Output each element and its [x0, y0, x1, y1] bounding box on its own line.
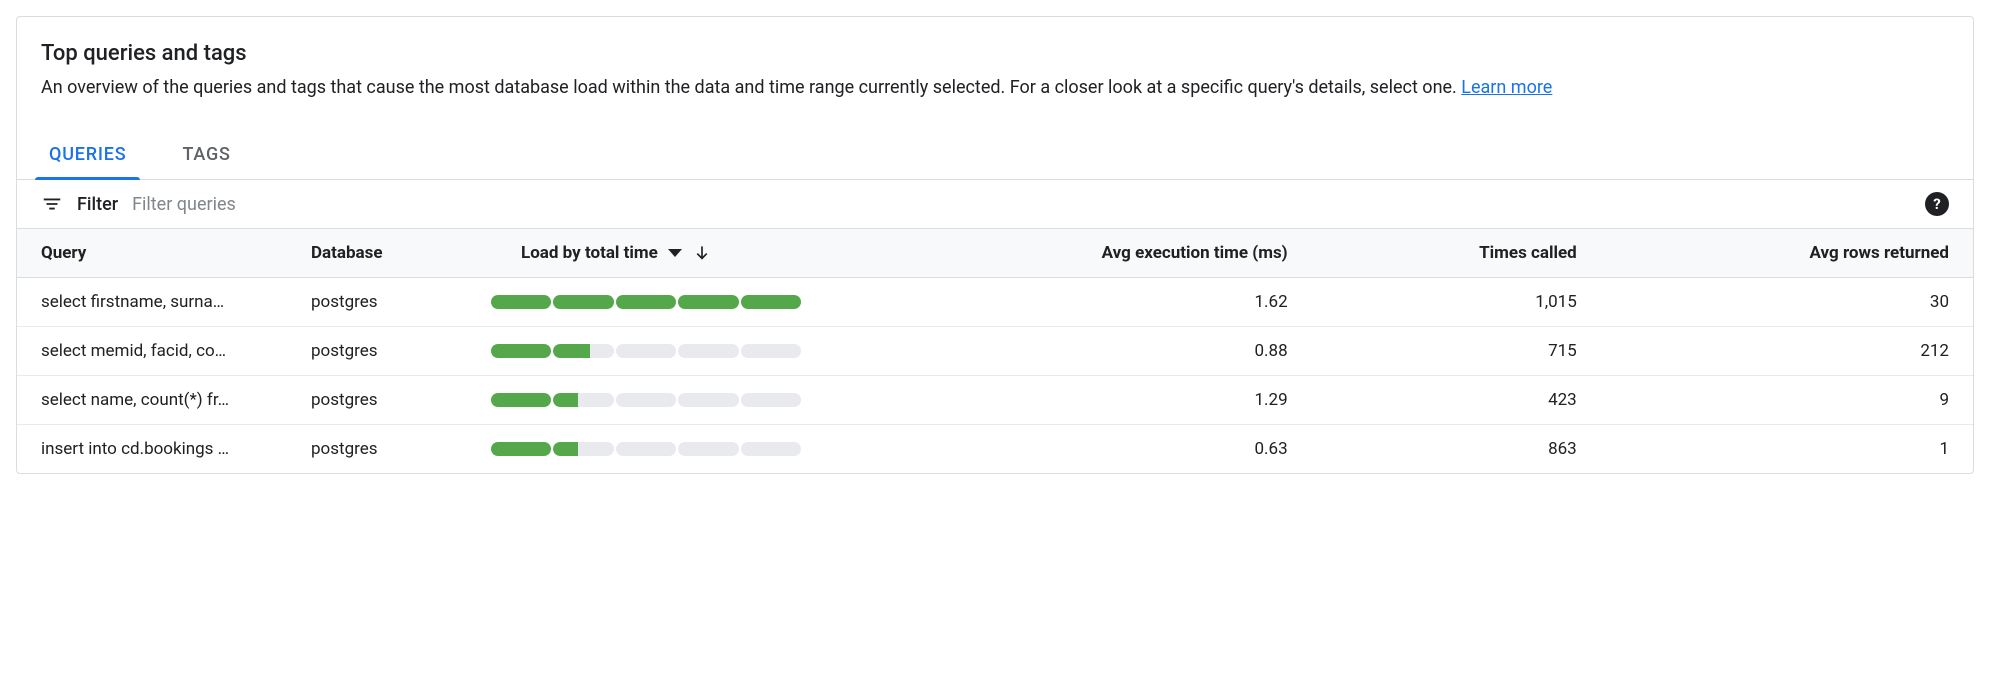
- table-row[interactable]: select memid, facid, co… postgres 0.887152…: [17, 327, 1973, 376]
- load-segment: [616, 442, 676, 456]
- card-title: Top queries and tags: [41, 41, 1949, 66]
- description-text: An overview of the queries and tags that…: [41, 77, 1461, 98]
- card-description: An overview of the queries and tags that…: [41, 74, 1949, 102]
- load-segment: [616, 344, 676, 358]
- tab-queries[interactable]: Queries: [41, 134, 134, 179]
- query-text: insert into cd.bookings …: [41, 439, 263, 459]
- load-segment: [678, 393, 738, 407]
- table-row[interactable]: select name, count(*) fr… postgres 1.29423…: [17, 376, 1973, 425]
- top-queries-card: Top queries and tags An overview of the …: [16, 16, 1974, 474]
- load-segment: [741, 393, 801, 407]
- load-segment: [491, 295, 551, 309]
- times-called-value: 423: [1312, 376, 1601, 425]
- database-text: postgres: [287, 278, 467, 327]
- load-segment: [616, 393, 676, 407]
- queries-table: Query Database Load by total time Avg ex…: [17, 228, 1973, 473]
- database-text: postgres: [287, 425, 467, 474]
- query-text: select firstname, surna…: [41, 292, 263, 312]
- times-called-value: 1,015: [1312, 278, 1601, 327]
- filter-label: Filter: [77, 194, 118, 215]
- filter-row: Filter ?: [17, 180, 1973, 228]
- load-segment: [678, 344, 738, 358]
- tab-tags[interactable]: Tags: [174, 134, 238, 179]
- col-avg-rows[interactable]: Avg rows returned: [1601, 229, 1973, 278]
- load-bar: [491, 442, 801, 456]
- card-header: Top queries and tags An overview of the …: [17, 17, 1973, 110]
- avg-exec-value: 0.63: [847, 425, 1312, 474]
- load-segment: [491, 393, 551, 407]
- col-load-label: Load by total time: [521, 243, 658, 263]
- times-called-value: 863: [1312, 425, 1601, 474]
- col-load[interactable]: Load by total time: [467, 229, 847, 278]
- load-segment: [678, 442, 738, 456]
- load-segment: [491, 442, 551, 456]
- avg-rows-value: 212: [1601, 327, 1973, 376]
- col-query[interactable]: Query: [17, 229, 287, 278]
- load-segment: [553, 442, 613, 456]
- load-segment: [616, 295, 676, 309]
- database-text: postgres: [287, 376, 467, 425]
- table-row[interactable]: insert into cd.bookings … postgres 0.63863…: [17, 425, 1973, 474]
- learn-more-link[interactable]: Learn more: [1461, 77, 1552, 98]
- load-segment: [553, 393, 613, 407]
- table-row[interactable]: select firstname, surna… postgres 1.621,01…: [17, 278, 1973, 327]
- load-segment: [678, 295, 738, 309]
- database-text: postgres: [287, 327, 467, 376]
- sort-caret-icon: [668, 249, 682, 257]
- avg-exec-value: 1.62: [847, 278, 1312, 327]
- avg-rows-value: 1: [1601, 425, 1973, 474]
- filter-icon: [41, 193, 63, 215]
- table-header-row: Query Database Load by total time Avg ex…: [17, 229, 1973, 278]
- avg-rows-value: 30: [1601, 278, 1973, 327]
- load-segment: [741, 344, 801, 358]
- load-bar: [491, 295, 801, 309]
- avg-exec-value: 0.88: [847, 327, 1312, 376]
- times-called-value: 715: [1312, 327, 1601, 376]
- load-bar: [491, 344, 801, 358]
- query-text: select memid, facid, co…: [41, 341, 263, 361]
- load-segment: [741, 442, 801, 456]
- tabs: Queries Tags: [17, 110, 1973, 180]
- load-segment: [553, 344, 613, 358]
- avg-exec-value: 1.29: [847, 376, 1312, 425]
- col-times-called[interactable]: Times called: [1312, 229, 1601, 278]
- col-avg-exec[interactable]: Avg execution time (ms): [847, 229, 1312, 278]
- load-bar: [491, 393, 801, 407]
- col-database[interactable]: Database: [287, 229, 467, 278]
- load-segment: [491, 344, 551, 358]
- load-segment: [741, 295, 801, 309]
- query-text: select name, count(*) fr…: [41, 390, 263, 410]
- filter-input[interactable]: [132, 194, 1911, 215]
- help-icon[interactable]: ?: [1925, 192, 1949, 216]
- sort-arrow-down-icon: [692, 243, 712, 263]
- avg-rows-value: 9: [1601, 376, 1973, 425]
- load-segment: [553, 295, 613, 309]
